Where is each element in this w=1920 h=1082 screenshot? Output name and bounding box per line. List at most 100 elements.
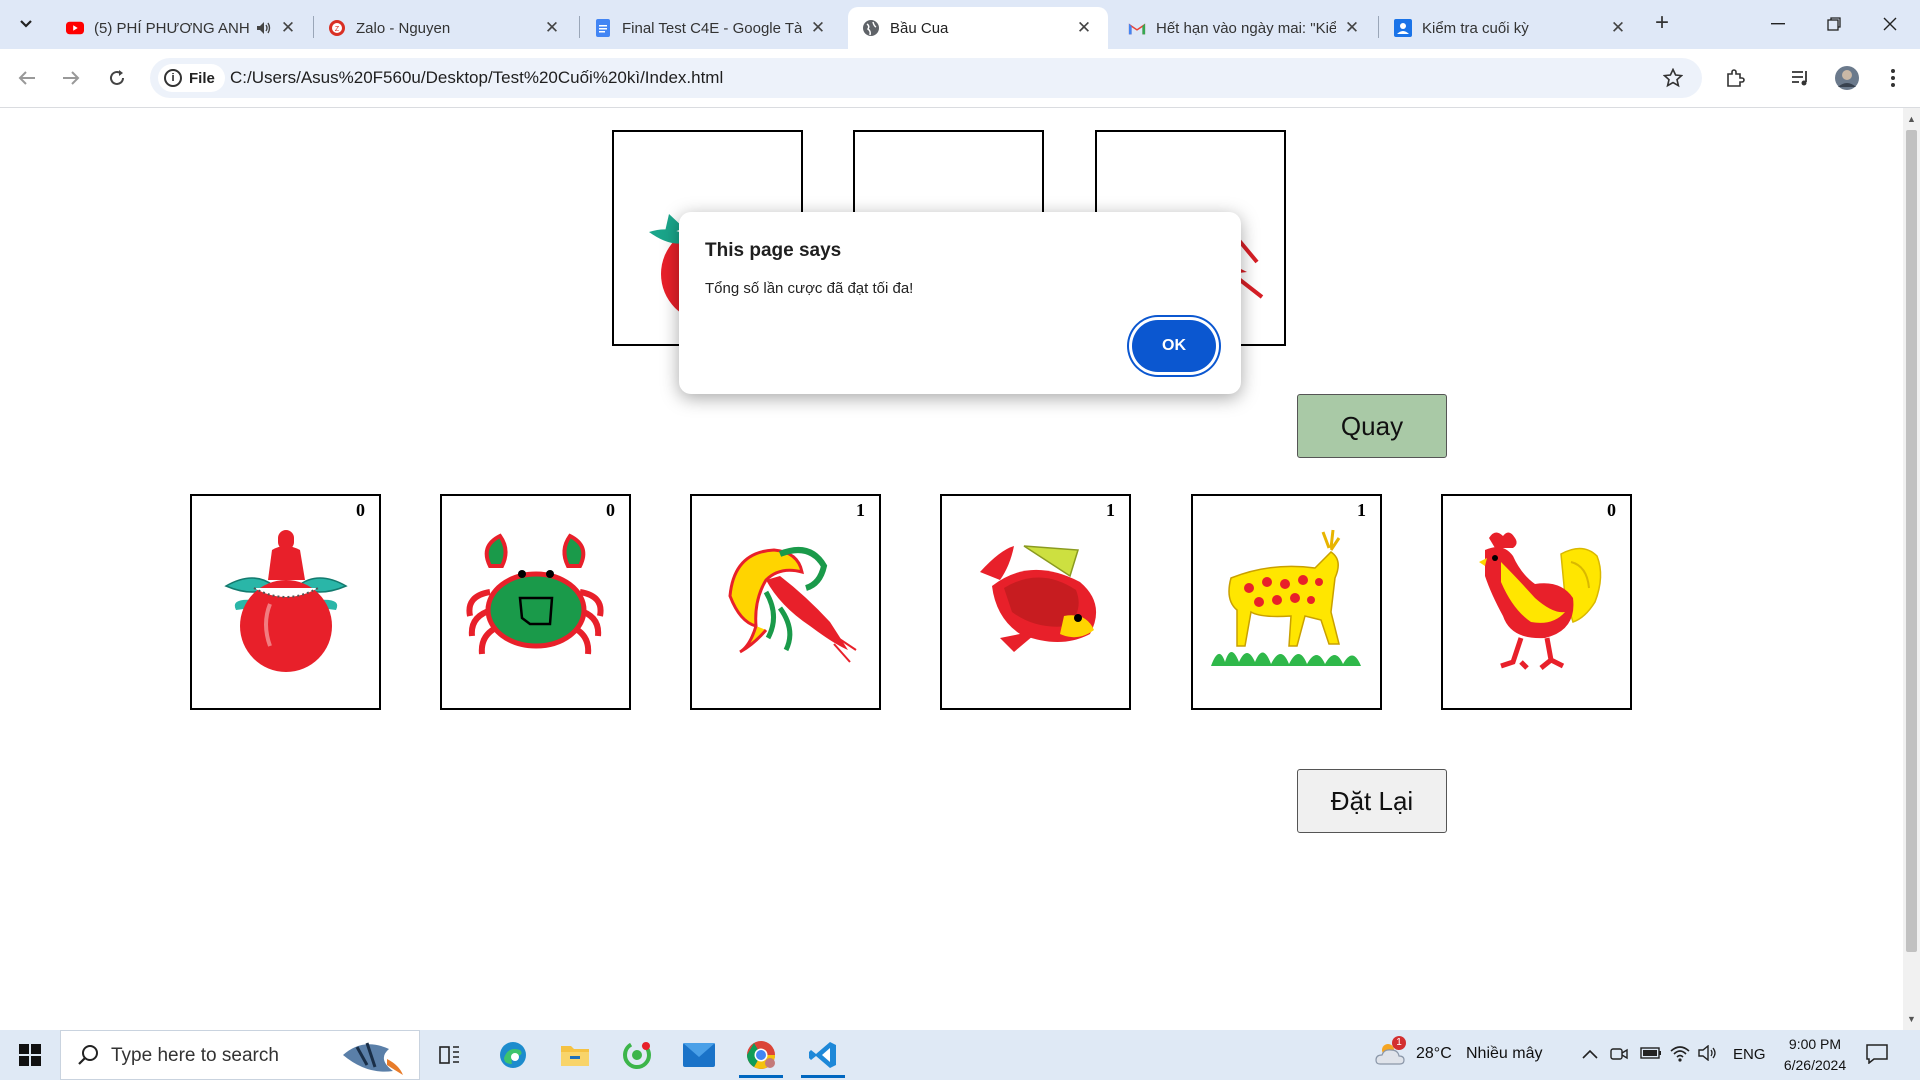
bet-count: 0 <box>606 500 615 520</box>
tab-google-docs[interactable]: Final Test C4E - Google Tài ✕ <box>580 7 842 49</box>
bet-count: 1 <box>856 500 865 520</box>
bet-count: 1 <box>1357 500 1366 520</box>
speaker-icon[interactable] <box>256 21 272 35</box>
info-icon: i <box>164 69 182 87</box>
zalo-green-app-icon[interactable] <box>609 1032 665 1078</box>
scroll-down-arrow-icon[interactable]: ▼ <box>1907 1014 1916 1024</box>
bet-card-fish[interactable]: 1 <box>940 494 1131 710</box>
page-content: Quay 0 0 1 1 1 0 Đặt Lại This page says … <box>0 108 1903 1030</box>
chevron-up-icon[interactable] <box>1582 1046 1598 1064</box>
tab-close-icon[interactable]: ✕ <box>1342 18 1362 38</box>
clock-time: 9:00 PM <box>1788 1036 1842 1052</box>
tab-title: Bầu Cua <box>890 19 949 37</box>
google-docs-icon <box>594 19 612 37</box>
fish-image <box>980 545 1097 652</box>
meet-now-icon[interactable] <box>1610 1045 1628 1068</box>
browser-tab-strip: (5) PHÍ PHƯƠNG ANH ✕ Z Zalo - Nguyen ✕ F… <box>0 0 1920 49</box>
extensions-puzzle-icon[interactable] <box>1720 63 1750 93</box>
reload-icon[interactable] <box>102 63 132 93</box>
classroom-icon <box>1394 19 1412 37</box>
notification-center-icon[interactable] <box>1866 1044 1888 1069</box>
bet-count: 0 <box>356 500 365 520</box>
gmail-icon <box>1128 19 1146 37</box>
tab-close-icon[interactable]: ✕ <box>808 18 828 38</box>
clock-date: 6/26/2024 <box>1783 1057 1847 1073</box>
bet-card-rooster[interactable]: 0 <box>1441 494 1632 710</box>
vscode-icon[interactable] <box>795 1032 851 1078</box>
profile-avatar[interactable] <box>1832 63 1862 93</box>
bookmark-star-icon[interactable] <box>1658 63 1688 93</box>
globe-icon <box>862 19 880 37</box>
media-control-icon[interactable] <box>1786 63 1816 93</box>
tab-close-icon[interactable]: ✕ <box>1074 18 1094 38</box>
search-icon <box>77 1044 99 1071</box>
weather-badge: 1 <box>1392 1036 1406 1050</box>
bet-card-deer[interactable]: 1 <box>1191 494 1382 710</box>
more-menu-icon[interactable] <box>1878 63 1908 93</box>
search-placeholder: Type here to search <box>111 1045 279 1066</box>
taskbar-search-box[interactable]: Type here to search <box>60 1030 420 1080</box>
windows-taskbar: Type here to search 1 28°C Nhiều mây ENG… <box>0 1030 1920 1080</box>
tab-separator <box>1378 16 1379 38</box>
tab-youtube[interactable]: (5) PHÍ PHƯƠNG ANH ✕ <box>52 7 312 49</box>
tab-zalo[interactable]: Z Zalo - Nguyen ✕ <box>314 7 576 49</box>
dialog-message: Tổng số lần cược đã đạt tối đa! <box>705 280 914 297</box>
reset-button[interactable]: Đặt Lại <box>1297 769 1447 833</box>
file-chip-label: File <box>189 69 215 87</box>
bet-card-crab[interactable]: 0 <box>440 494 631 710</box>
rooster-image <box>1479 532 1602 670</box>
windows-start-icon[interactable] <box>10 1039 50 1071</box>
svg-text:Z: Z <box>335 26 340 33</box>
tab-search-chevron-icon[interactable] <box>12 10 40 38</box>
scroll-up-arrow-icon[interactable]: ▲ <box>1907 114 1916 124</box>
weather-description: Nhiều mây <box>1466 1045 1543 1062</box>
volume-icon[interactable] <box>1698 1044 1718 1066</box>
system-clock[interactable]: 9:00 PM 6/26/2024 <box>1770 1034 1860 1076</box>
back-arrow-icon[interactable] <box>12 63 42 93</box>
search-highlight-fish-icon <box>337 1035 407 1082</box>
mail-icon[interactable] <box>671 1032 727 1078</box>
address-bar[interactable]: i File C:/Users/Asus%20F560u/Desktop/Tes… <box>150 58 1702 98</box>
browser-toolbar: i File C:/Users/Asus%20F560u/Desktop/Tes… <box>0 49 1920 108</box>
shrimp-image <box>728 547 857 663</box>
close-window-icon[interactable] <box>1868 8 1912 40</box>
tab-title: (5) PHÍ PHƯƠNG ANH <box>94 19 250 37</box>
task-view-icon[interactable] <box>422 1032 478 1078</box>
bet-count: 0 <box>1607 500 1616 520</box>
bet-count: 1 <box>1106 500 1115 520</box>
tab-title: Final Test C4E - Google Tài <box>622 19 802 37</box>
tab-title: Kiểm tra cuối kỳ <box>1422 19 1529 37</box>
tab-bau-cua[interactable]: Bầu Cua ✕ <box>848 7 1108 49</box>
file-explorer-icon[interactable] <box>547 1032 603 1078</box>
gourd-image <box>224 530 348 672</box>
tab-classroom[interactable]: Kiểm tra cuối kỳ ✕ <box>1380 7 1642 49</box>
minimize-icon[interactable] <box>1756 8 1800 40</box>
tab-title: Hết hạn vào ngày mai: "Kiể <box>1156 19 1336 37</box>
url-text[interactable]: C:/Users/Asus%20F560u/Desktop/Test%20Cuố… <box>230 68 723 88</box>
language-indicator[interactable]: ENG <box>1733 1046 1766 1063</box>
weather-temperature: 28°C <box>1416 1045 1452 1062</box>
scrollbar-thumb[interactable] <box>1906 130 1917 952</box>
tab-close-icon[interactable]: ✕ <box>278 18 298 38</box>
dialog-ok-button[interactable]: OK <box>1132 320 1216 372</box>
chrome-icon[interactable] <box>733 1032 789 1078</box>
tab-title: Zalo - Nguyen <box>356 19 451 37</box>
tab-close-icon[interactable]: ✕ <box>1608 18 1628 38</box>
bet-card-shrimp[interactable]: 1 <box>690 494 881 710</box>
restore-icon[interactable] <box>1812 8 1856 40</box>
alert-dialog: This page says Tổng số lần cược đã đạt t… <box>679 212 1241 394</box>
tab-close-icon[interactable]: ✕ <box>542 18 562 38</box>
edge-browser-icon[interactable] <box>485 1032 541 1078</box>
deer-image <box>1211 529 1361 666</box>
battery-icon[interactable] <box>1640 1046 1662 1065</box>
zalo-icon: Z <box>328 19 346 37</box>
wifi-icon[interactable] <box>1670 1044 1690 1067</box>
site-info-chip[interactable]: i File <box>158 64 225 92</box>
forward-arrow-icon[interactable] <box>56 63 86 93</box>
page-scrollbar[interactable]: ▲ ▼ <box>1903 108 1920 1030</box>
bet-card-gourd[interactable]: 0 <box>190 494 381 710</box>
new-tab-plus-icon[interactable]: + <box>1650 11 1674 36</box>
tab-gmail[interactable]: Hết hạn vào ngày mai: "Kiể ✕ <box>1114 7 1376 49</box>
dialog-title: This page says <box>705 240 842 261</box>
spin-button[interactable]: Quay <box>1297 394 1447 458</box>
